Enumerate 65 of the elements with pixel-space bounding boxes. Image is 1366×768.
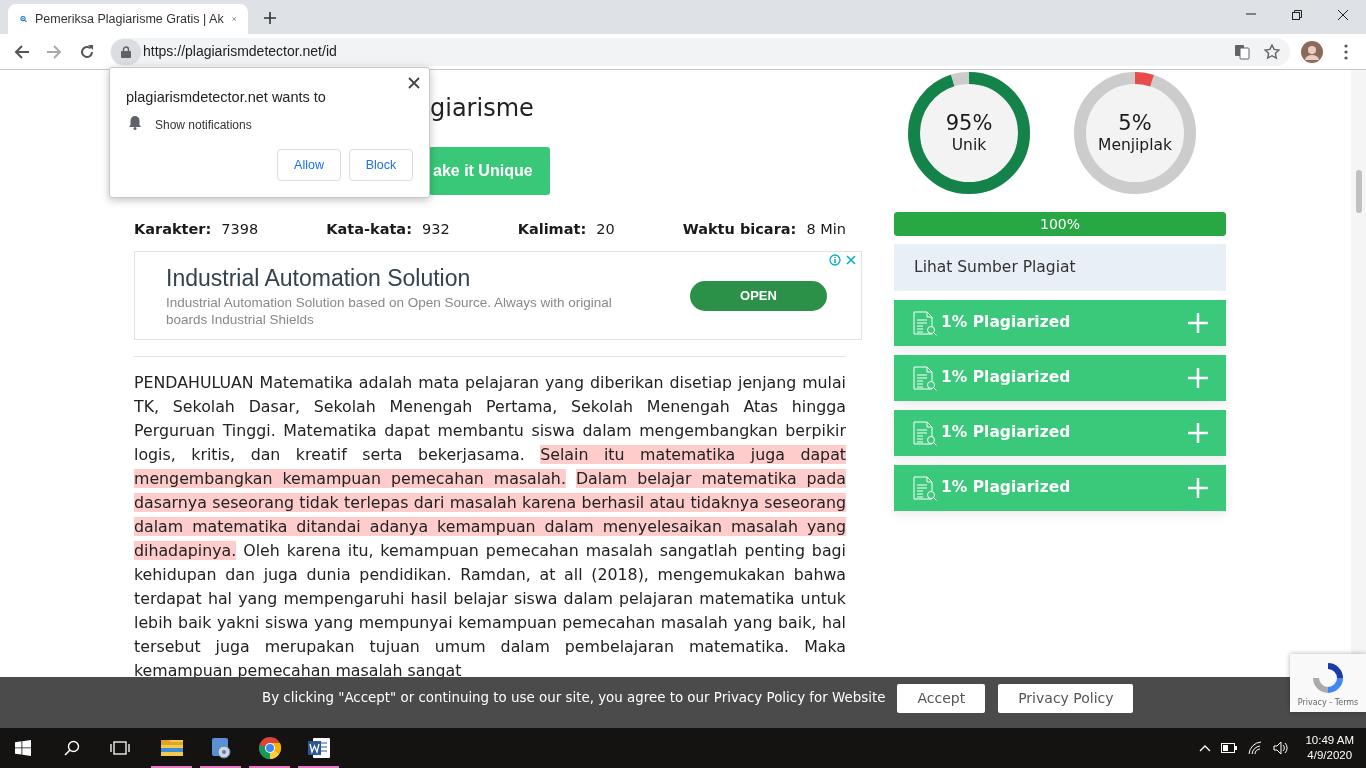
windows-start-icon[interactable]	[15, 740, 31, 756]
scrollbar-thumb[interactable]	[1356, 170, 1362, 213]
stat-label: Kalimat:	[517, 220, 587, 240]
progress-label: 100%	[1040, 214, 1080, 234]
meter-percent: 95%	[945, 111, 993, 135]
cookie-message: By clicking "Accept" or continuing to use our site, you agree to our Privacy Policy for Website	[262, 689, 886, 708]
meter-label: Menjiplak	[1098, 135, 1172, 155]
recaptcha-icon	[1310, 660, 1346, 696]
document-search-icon	[913, 365, 938, 391]
wifi-icon[interactable]	[1247, 741, 1264, 755]
menu-icon[interactable]	[1344, 43, 1348, 60]
document-search-icon	[913, 420, 938, 446]
plus-icon	[1188, 313, 1208, 333]
popup-title: plagiarismdetector.net wants to	[126, 88, 326, 107]
document-search-icon	[913, 310, 938, 336]
recaptcha-links[interactable]: Privacy - Terms	[1297, 697, 1359, 709]
stat-value: 8 Min	[806, 220, 846, 240]
plus-icon	[1188, 423, 1208, 443]
close-icon[interactable]	[1337, 9, 1349, 21]
task-view-icon[interactable]	[110, 740, 130, 756]
close-icon[interactable]	[408, 77, 420, 89]
bell-icon	[128, 115, 142, 130]
chrome-icon[interactable]	[257, 736, 282, 760]
ad-description: Industrial Automation Solution based on Open Source. Always with original boards Industrial Shields	[166, 293, 613, 328]
volume-icon[interactable]	[1273, 741, 1290, 755]
block-button[interactable]: Block	[349, 149, 413, 181]
url-text: https://plagiarismdetector.net/id	[143, 42, 338, 61]
document-search-icon	[913, 475, 938, 501]
open-button[interactable]: OPEN	[690, 280, 827, 311]
search-icon[interactable]	[64, 740, 80, 756]
meter-label: Unik	[951, 135, 987, 155]
bookmark-star-icon[interactable]	[1264, 43, 1280, 60]
translate-icon[interactable]	[1234, 43, 1250, 60]
address-bar[interactable]: https://plagiarismdetector.net/id	[110, 37, 1290, 66]
plus-icon	[1188, 478, 1208, 498]
privacy-policy-button[interactable]: Privacy Policy	[998, 684, 1134, 713]
clock-time[interactable]: 10:49 AM	[1305, 733, 1354, 748]
stat-label: Waktu bicara:	[682, 220, 797, 240]
avatar-icon[interactable]	[1301, 40, 1323, 63]
battery-icon[interactable]	[1221, 743, 1238, 753]
permission-text: Show notifications	[155, 117, 252, 134]
meter-percent: 5%	[1118, 111, 1152, 135]
stat-label: Karakter:	[134, 220, 212, 240]
reload-icon[interactable]	[79, 43, 95, 60]
plus-icon	[1188, 368, 1208, 388]
tab-title: Pemeriksa Plagiarisme Gratis | Ak	[34, 10, 224, 28]
allow-button[interactable]: Allow	[277, 149, 341, 181]
site-info-button[interactable]	[111, 38, 141, 65]
clock-date[interactable]: 4/9/2020	[1307, 748, 1353, 763]
new-tab-icon[interactable]	[263, 11, 277, 25]
stat-value: 20	[596, 220, 615, 240]
back-icon[interactable]	[14, 43, 30, 60]
browser-tab[interactable]: Pemeriksa Plagiarisme Gratis | Ak	[8, 4, 248, 34]
chevron-up-icon[interactable]	[1199, 744, 1212, 752]
page-heading: giarisme	[430, 93, 535, 124]
restore-icon[interactable]	[1291, 9, 1303, 21]
stat-value: 932	[421, 220, 450, 240]
word-icon[interactable]	[306, 736, 331, 760]
ad-title: Industrial Automation Solution	[166, 263, 472, 292]
sources-title: Lihat Sumber Plagiat	[914, 256, 1076, 278]
accept-button[interactable]: Accept	[897, 684, 986, 713]
stat-label: Kata-kata:	[326, 220, 412, 240]
lock-icon	[121, 45, 131, 58]
stat-value: 7398	[221, 220, 259, 240]
info-icon[interactable]	[829, 254, 841, 266]
